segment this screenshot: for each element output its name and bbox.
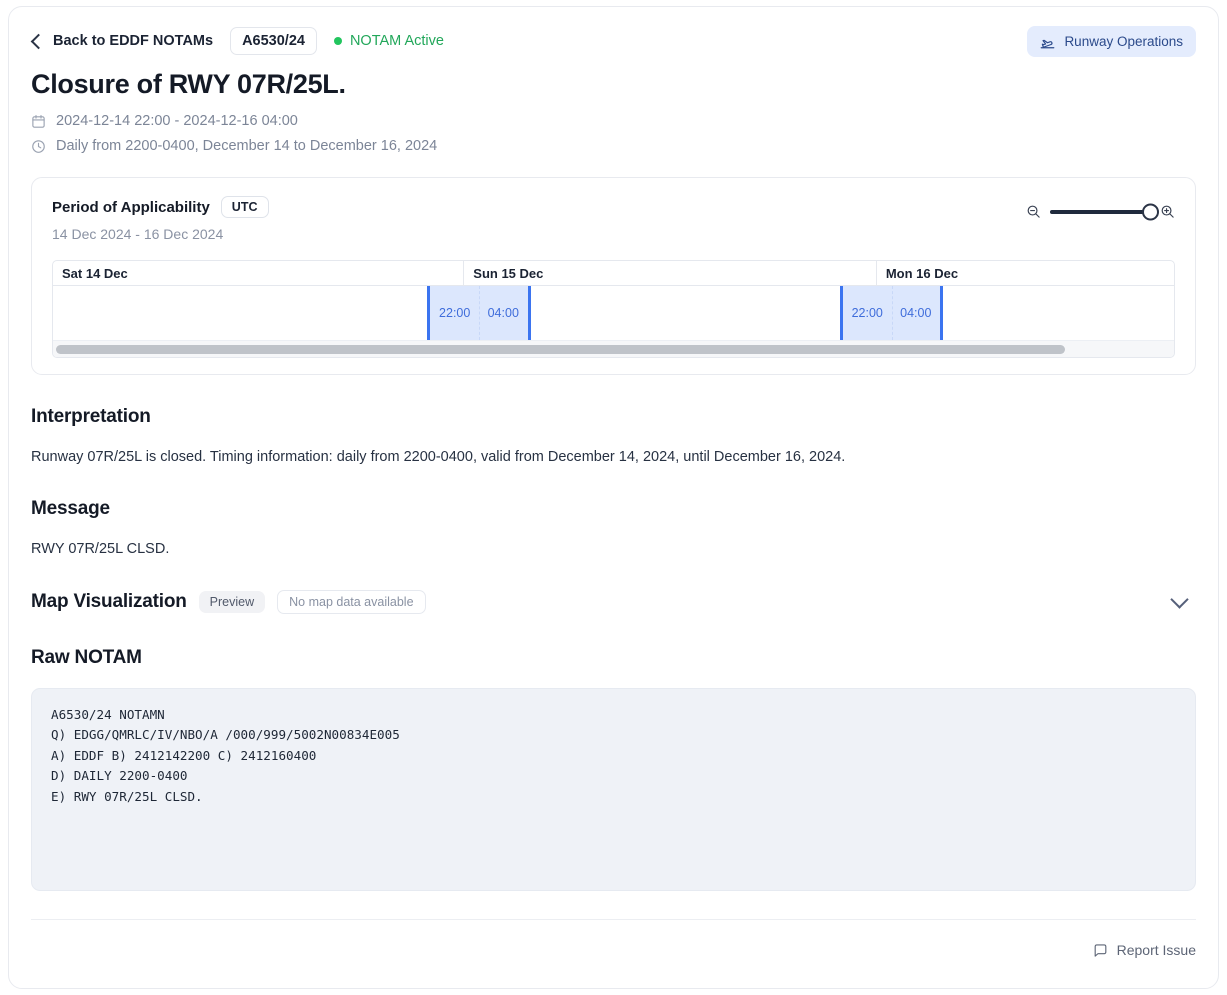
timeline-day-label: Sun 15 Dec [463, 261, 876, 285]
timeline-event-block[interactable]: 22:00 04:00 [840, 286, 943, 340]
message-square-icon [1093, 943, 1108, 958]
timeline-zoom-slider-thumb[interactable] [1142, 203, 1159, 220]
interpretation-section: Interpretation Runway 07R/25L is closed.… [9, 406, 1218, 468]
raw-notam-title: Raw NOTAM [31, 647, 1196, 669]
timeline-day-label: Mon 16 Dec [876, 261, 1174, 285]
back-to-notams-link[interactable]: Back to EDDF NOTAMs [31, 33, 213, 49]
date-range-label: 2024-12-14 22:00 - 2024-12-16 04:00 [56, 113, 298, 129]
schedule-label: Daily from 2200-0400, December 14 to Dec… [56, 138, 437, 154]
notam-detail-card: Back to EDDF NOTAMs A6530/24 NOTAM Activ… [8, 6, 1219, 989]
timeline-scrollbar[interactable] [53, 340, 1174, 357]
message-text: RWY 07R/25L CLSD. [31, 539, 1196, 560]
plane-takeoff-icon [1040, 34, 1055, 49]
timeline-event-end-label: 04:00 [900, 306, 931, 320]
applicability-timeline[interactable]: Sat 14 DecSun 15 DecMon 16 Dec 22:00 04:0… [52, 260, 1175, 358]
timeline-day-label: Sat 14 Dec [53, 261, 463, 285]
period-subtitle: 14 Dec 2024 - 16 Dec 2024 [52, 226, 269, 242]
map-status-badge: No map data available [277, 590, 425, 614]
calendar-icon [31, 114, 46, 129]
raw-notam-section: Raw NOTAM [9, 647, 1218, 669]
interpretation-text: Runway 07R/25L is closed. Timing informa… [31, 447, 1196, 468]
period-title-row: Period of Applicability UTC [52, 196, 269, 218]
timeline-event-block[interactable]: 22:00 04:00 [427, 286, 530, 340]
timeline-event-end-label: 04:00 [488, 306, 519, 320]
chevron-left-icon [31, 33, 47, 49]
timezone-toggle-utc[interactable]: UTC [221, 196, 269, 218]
period-title-block: Period of Applicability UTC 14 Dec 2024 … [52, 196, 269, 242]
period-card-header: Period of Applicability UTC 14 Dec 2024 … [52, 196, 1175, 242]
status-badge: NOTAM Active [334, 33, 444, 49]
category-badge-label: Runway Operations [1064, 34, 1183, 49]
map-preview-badge[interactable]: Preview [199, 591, 265, 613]
category-badge-runway-operations[interactable]: Runway Operations [1027, 26, 1196, 57]
timeline-zoom-slider[interactable] [1050, 210, 1151, 214]
timeline-scrollbar-thumb[interactable] [56, 345, 1065, 354]
magnifier-plus-icon[interactable] [1160, 204, 1175, 219]
header-block: Closure of RWY 07R/25L. 2024-12-14 22:00… [9, 53, 1218, 154]
clock-icon [31, 139, 46, 154]
map-visualization-section: Map Visualization Preview No map data av… [9, 590, 1218, 614]
timeline-event-midline [892, 286, 893, 340]
page-title: Closure of RWY 07R/25L. [31, 69, 1196, 100]
status-dot-icon [334, 37, 342, 45]
report-issue-button[interactable]: Report Issue [1093, 942, 1196, 958]
timeline-event-start-label: 22:00 [852, 306, 883, 320]
timeline-track[interactable]: 22:00 04:00 22:00 04:00 [53, 286, 1174, 340]
message-title: Message [31, 498, 1196, 520]
footer: Report Issue [9, 920, 1218, 958]
timeline-day-header: Sat 14 DecSun 15 DecMon 16 Dec [53, 261, 1174, 286]
message-section: Message RWY 07R/25L CLSD. [9, 498, 1218, 560]
map-visualization-header[interactable]: Map Visualization Preview No map data av… [31, 590, 1196, 614]
date-range-row: 2024-12-14 22:00 - 2024-12-16 04:00 [31, 113, 1196, 129]
timeline-event-midline [479, 286, 480, 340]
back-link-label: Back to EDDF NOTAMs [53, 33, 213, 49]
status-label: NOTAM Active [350, 33, 444, 49]
map-visualization-title: Map Visualization [31, 591, 187, 613]
topbar: Back to EDDF NOTAMs A6530/24 NOTAM Activ… [9, 7, 1218, 53]
chevron-down-icon[interactable] [1170, 590, 1188, 608]
timeline-event-start-label: 22:00 [439, 306, 470, 320]
timeline-zoom-control [1026, 196, 1175, 219]
raw-notam-text[interactable]: A6530/24 NOTAMN Q) EDGG/QMRLC/IV/NBO/A /… [31, 688, 1196, 891]
magnifier-minus-icon[interactable] [1026, 204, 1041, 219]
schedule-row: Daily from 2200-0400, December 14 to Dec… [31, 138, 1196, 154]
interpretation-title: Interpretation [31, 406, 1196, 428]
notam-id-pill[interactable]: A6530/24 [230, 27, 317, 55]
period-title: Period of Applicability [52, 199, 210, 216]
period-of-applicability-card: Period of Applicability UTC 14 Dec 2024 … [31, 177, 1196, 375]
report-issue-label: Report Issue [1117, 942, 1196, 958]
